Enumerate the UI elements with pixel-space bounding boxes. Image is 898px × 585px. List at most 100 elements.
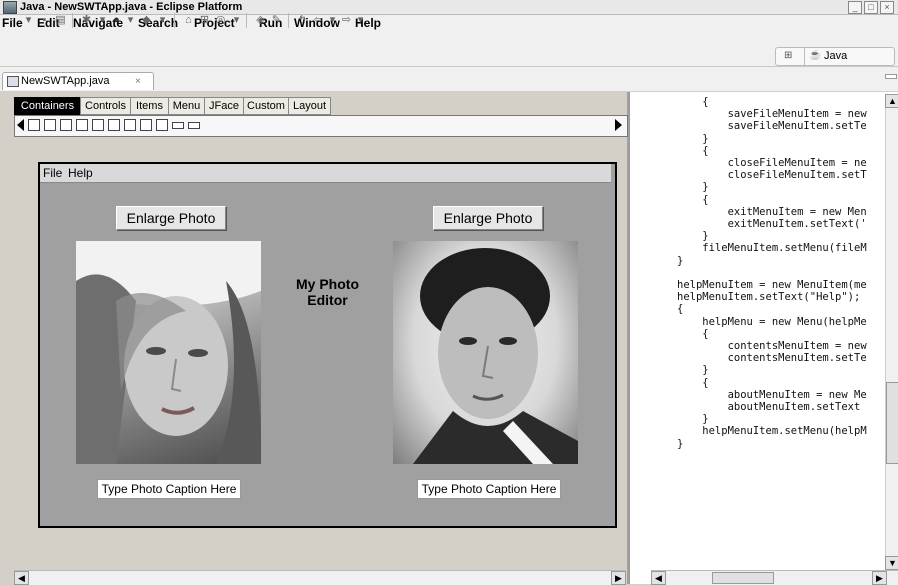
designer-horizontal-scrollbar[interactable] [14,570,626,585]
right-caption-field[interactable]: Type Photo Caption Here [417,479,561,499]
close-tab-icon[interactable]: × [135,73,141,90]
enlarge-photo-right-button[interactable]: Enlarge Photo [433,206,543,230]
code-line: helpMenuItem = new MenuItem(me [677,279,867,291]
code-line: { [677,376,709,389]
code-line: closeFileMenuItem.setT [677,169,867,182]
enlarge-photo-left-button[interactable]: Enlarge Photo [116,206,226,230]
open-type-icon[interactable]: ◈ [254,14,267,27]
code-line: } [677,132,709,145]
sash-form-icon[interactable] [60,119,72,131]
last-edit-icon[interactable]: ↰ [296,14,309,27]
code-line: contentsMenuItem.setTe [677,352,867,365]
code-line: } [677,413,709,426]
minimize-editor-icon[interactable] [885,74,897,79]
code-line: { [677,193,709,206]
maximize-icon[interactable]: □ [864,1,878,14]
palette-toolbar [14,115,628,137]
code-scroll-left-icon[interactable]: ◀ [651,571,666,585]
palette-tab-items[interactable]: Items [130,97,169,115]
shell-menu-file[interactable]: File [43,164,62,182]
java-perspective-icon: ☕ [809,50,822,61]
code-line: } [677,230,709,243]
coolbar-icon[interactable] [140,119,152,131]
toolbar-separator [72,13,73,28]
new-package-icon[interactable]: ⊞ [198,14,211,27]
palette-tab-menu[interactable]: Menu [168,97,205,115]
scroll-down-icon[interactable]: ▼ [885,556,898,570]
save-icon[interactable]: ▪ [38,14,51,27]
dropdown-arrow-icon[interactable]: ▾ [96,14,109,27]
code-horizontal-scrollbar[interactable] [651,570,898,585]
toolbar-widget-icon[interactable] [156,119,168,131]
dropdown-arrow-icon[interactable]: ▾ [354,14,367,27]
shell-menu-bar: File Help [40,164,611,183]
code-line: { [677,144,709,157]
palette-tab-custom[interactable]: Custom [243,97,289,115]
dropdown-arrow-icon[interactable]: ▾ [124,14,137,27]
split-pane-icon[interactable] [76,119,88,131]
code-line: exitMenuItem = new Men [677,205,867,218]
scroll-left-icon[interactable]: ◀ [14,571,29,585]
java-perspective-label[interactable]: Java [824,48,847,65]
print-icon[interactable]: ▤ [54,14,67,27]
code-hscroll-thumb[interactable] [712,572,774,584]
code-vertical-scrollbar[interactable] [885,94,898,568]
code-line: helpMenuItem.setText("Help"); [677,291,861,304]
code-line: helpMenuItem.setMenu(helpM [677,425,867,438]
debug-icon[interactable]: ✱ [80,14,93,27]
scroll-right-icon[interactable]: ▶ [611,571,626,585]
code-line: aboutMenuItem.setText [677,401,861,413]
palette-scroll-left-icon[interactable] [17,119,24,131]
main-toolbar [0,32,898,67]
dropdown-arrow-icon[interactable]: ▾ [326,14,339,27]
ctab-folder-icon[interactable] [108,119,120,131]
code-line: { [677,327,709,340]
toolbar-separator [174,13,175,28]
view-form-icon[interactable] [188,122,200,129]
left-caption-field[interactable]: Type Photo Caption Here [97,479,241,499]
dropdown-arrow-icon[interactable]: ▾ [22,14,35,27]
new-icon[interactable]: ▫ [6,14,19,27]
close-icon[interactable]: × [880,1,894,14]
dropdown-arrow-icon[interactable]: ▾ [156,14,169,27]
code-scroll-thumb[interactable] [886,382,898,464]
code-line: { [677,303,684,316]
minimize-icon[interactable]: _ [848,1,862,14]
back-icon[interactable]: ⇦ [312,14,325,27]
code-line: saveFileMenuItem = new [677,108,867,121]
toolbar-separator [246,13,247,28]
palette-tab-jface[interactable]: JFace [204,97,244,115]
window-title: Java - NewSWTApp.java - Eclipse Platform [20,1,243,13]
palette-tab-layout[interactable]: Layout [288,97,331,115]
tab-folder-icon[interactable] [92,119,104,131]
code-line: exitMenuItem.setText(' [677,218,867,230]
palette-tab-containers[interactable]: Containers [14,97,81,115]
scrolled-composite-icon[interactable] [172,122,184,129]
code-line: } [677,181,709,194]
toolbar-separator [288,13,289,28]
scroll-up-icon[interactable]: ▲ [885,94,898,108]
group-icon[interactable] [44,119,56,131]
table-icon[interactable] [124,119,136,131]
palette-tab-controls[interactable]: Controls [80,97,131,115]
composite-icon[interactable] [28,119,40,131]
code-scroll-right-icon[interactable]: ▶ [872,571,887,585]
code-line: closeFileMenuItem = ne [677,157,867,169]
code-line: { [677,96,709,108]
editor-tab[interactable]: NewSWTApp.java × [2,72,154,90]
forward-icon[interactable]: ⇨ [340,14,353,27]
shell-menu-help[interactable]: Help [68,164,93,182]
code-line: saveFileMenuItem.setTe [677,120,867,133]
open-perspective-icon[interactable]: ⊞ [784,50,796,61]
perspective-separator [804,48,805,65]
right-photo [393,241,578,464]
male-portrait-image [413,248,578,464]
palette-scroll-right-icon[interactable] [615,119,622,131]
new-class-icon[interactable]: ◎ [214,14,227,27]
code-line: helpMenu = new Menu(helpMe [677,315,867,328]
dropdown-arrow-icon[interactable]: ▾ [230,14,243,27]
new-java-project-icon[interactable]: ⌂ [182,14,195,27]
external-tools-icon[interactable]: ◆ [140,14,153,27]
run-icon[interactable]: ● [110,14,123,27]
search-icon[interactable]: ✎ [270,14,283,27]
